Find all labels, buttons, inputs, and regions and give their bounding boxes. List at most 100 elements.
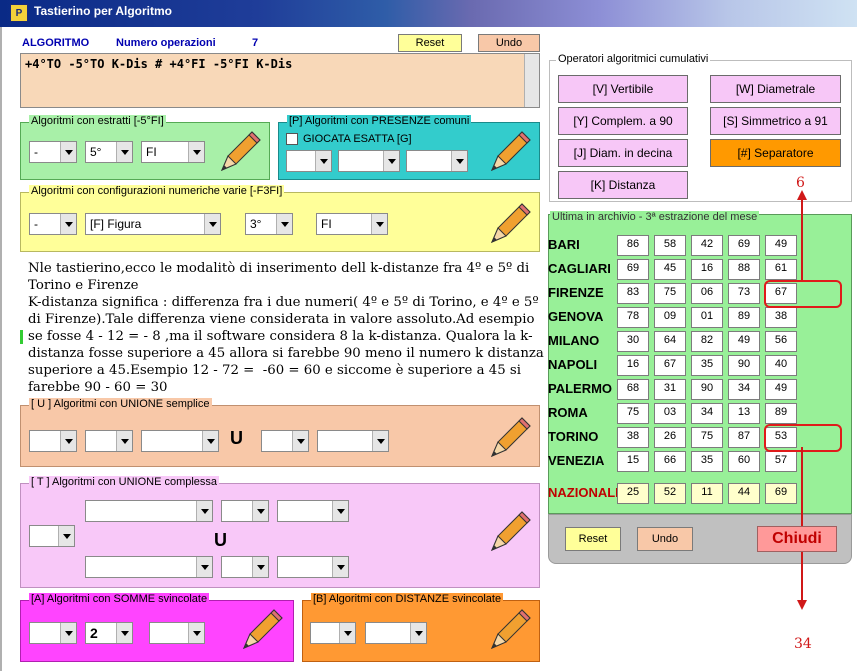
unione-select-5[interactable] bbox=[317, 430, 389, 452]
num-cell: 75 bbox=[691, 427, 723, 448]
unione-complessa-legend: [ T ] Algoritmi con UNIONE complessa bbox=[29, 476, 220, 488]
num-cell: 73 bbox=[728, 283, 760, 304]
num-cell: 16 bbox=[691, 259, 723, 280]
unione-complessa-select-left[interactable] bbox=[29, 525, 75, 547]
presenze-pencil-icon[interactable] bbox=[484, 128, 532, 176]
num-cell: 52 bbox=[654, 483, 686, 504]
separatore-button[interactable]: [#] Separatore bbox=[710, 139, 841, 167]
unione-complessa-pencil-icon[interactable] bbox=[484, 508, 532, 556]
distanze-select-1[interactable] bbox=[310, 622, 356, 644]
num-cell: 75 bbox=[654, 283, 686, 304]
city-milano: MILANO bbox=[548, 333, 600, 348]
presenze-select-1[interactable] bbox=[286, 150, 332, 172]
vertibile-button[interactable]: [V] Vertibile bbox=[558, 75, 688, 103]
city-venezia: VENEZIA bbox=[548, 453, 605, 468]
unione-complessa-select-3[interactable] bbox=[277, 500, 349, 522]
distanze-pencil-icon[interactable] bbox=[484, 606, 532, 654]
config-wheel-select[interactable]: FI bbox=[316, 213, 388, 235]
note-text: Nle tastierino,ecco le modalitò di inser… bbox=[28, 260, 548, 400]
unione-complessa-select-4[interactable] bbox=[85, 556, 213, 578]
estratti-pencil-icon[interactable] bbox=[214, 128, 262, 176]
num-cell: 67 bbox=[654, 355, 686, 376]
unione-symbol: U bbox=[230, 428, 243, 448]
presenze-select-3[interactable] bbox=[406, 150, 468, 172]
annotation-top-number: 6 bbox=[796, 175, 805, 191]
diametrale-button[interactable]: [W] Diametrale bbox=[710, 75, 841, 103]
estratti-sign-select[interactable]: - bbox=[29, 141, 77, 163]
num-cell: 25 bbox=[617, 483, 649, 504]
num-cell: 82 bbox=[691, 331, 723, 352]
annotation-bottom-number: 34 bbox=[794, 636, 812, 652]
giocata-esatta-checkbox[interactable] bbox=[286, 133, 298, 145]
num-cell: 69 bbox=[617, 259, 649, 280]
city-bari: BARI bbox=[548, 237, 580, 252]
num-cell: 88 bbox=[728, 259, 760, 280]
somme-select-1[interactable] bbox=[29, 622, 77, 644]
config-sign-select[interactable]: - bbox=[29, 213, 77, 235]
presenze-legend: [P] Algoritmi con PRESENZE comuni bbox=[287, 115, 472, 127]
unione-complessa-select-2[interactable] bbox=[221, 500, 269, 522]
num-cell: 35 bbox=[691, 451, 723, 472]
somme-select-2[interactable]: 2 bbox=[85, 622, 133, 644]
num-cell: 01 bbox=[691, 307, 723, 328]
estratti-legend: Algoritmi con estratti [-5°FI] bbox=[29, 115, 166, 127]
formula-text: +4°TO -5°TO K-Dis # +4°FI -5°FI K-Dis bbox=[25, 57, 293, 71]
presenze-select-2[interactable] bbox=[338, 150, 400, 172]
num-cell: 13 bbox=[728, 403, 760, 424]
city-torino: TORINO bbox=[548, 429, 599, 444]
num-cell: 03 bbox=[654, 403, 686, 424]
num-cell: 83 bbox=[617, 283, 649, 304]
distanze-legend: [B] Algoritmi con DISTANZE svincolate bbox=[311, 593, 504, 605]
num-cell: 34 bbox=[691, 403, 723, 424]
num-cell: 26 bbox=[654, 427, 686, 448]
reset-button-top[interactable]: Reset bbox=[398, 34, 462, 52]
num-cell: 45 bbox=[654, 259, 686, 280]
unione-complessa-select-1[interactable] bbox=[85, 500, 213, 522]
num-cell: 38 bbox=[617, 427, 649, 448]
distanza-button[interactable]: [K] Distanza bbox=[558, 171, 688, 199]
num-cell: 16 bbox=[617, 355, 649, 376]
num-cell: 90 bbox=[691, 379, 723, 400]
estratti-wheel-select[interactable]: FI bbox=[141, 141, 205, 163]
num-cell: 90 bbox=[728, 355, 760, 376]
estratti-position-select[interactable]: 5° bbox=[85, 141, 133, 163]
unione-select-3[interactable] bbox=[141, 430, 219, 452]
diam-decina-button[interactable]: [J] Diam. in decina bbox=[558, 139, 688, 167]
num-cell: 68 bbox=[617, 379, 649, 400]
city-nazionale: NAZIONALE bbox=[548, 485, 624, 500]
formula-scrollbar[interactable] bbox=[524, 54, 539, 107]
num-cell: 58 bbox=[654, 235, 686, 256]
unione-pencil-icon[interactable] bbox=[484, 414, 532, 462]
unione-complessa-symbol: U bbox=[214, 530, 227, 550]
config-pencil-icon[interactable] bbox=[484, 200, 532, 248]
unione-complessa-select-5[interactable] bbox=[221, 556, 269, 578]
numero-operazioni-label: Numero operazioni bbox=[116, 37, 216, 49]
undo-button-top[interactable]: Undo bbox=[478, 34, 540, 52]
num-cell: 89 bbox=[728, 307, 760, 328]
num-cell: 09 bbox=[654, 307, 686, 328]
cumulative-title: Operatori algoritmici cumulativi bbox=[556, 53, 711, 65]
simmetrico-button[interactable]: [S] Simmetrico a 91 bbox=[710, 107, 841, 135]
formula-field[interactable]: +4°TO -5°TO K-Dis # +4°FI -5°FI K-Dis bbox=[20, 53, 540, 108]
chiudi-button[interactable]: Chiudi bbox=[757, 526, 837, 552]
city-napoli: NAPOLI bbox=[548, 357, 598, 372]
reset-button-bottom[interactable]: Reset bbox=[565, 527, 621, 551]
undo-button-bottom[interactable]: Undo bbox=[637, 527, 693, 551]
complemento-button[interactable]: [Y] Complem. a 90 bbox=[558, 107, 688, 135]
annotation-arrows bbox=[797, 190, 807, 610]
algoritmo-label: ALGORITMO bbox=[22, 37, 90, 49]
num-cell: 35 bbox=[691, 355, 723, 376]
config-type-select[interactable]: [F] Figura bbox=[85, 213, 221, 235]
somme-select-3[interactable] bbox=[149, 622, 205, 644]
num-cell: 06 bbox=[691, 283, 723, 304]
city-firenze: FIRENZE bbox=[548, 285, 604, 300]
unione-select-4[interactable] bbox=[261, 430, 309, 452]
distanze-select-2[interactable] bbox=[365, 622, 427, 644]
giocata-esatta-label: GIOCATA ESATTA [G] bbox=[303, 133, 412, 145]
city-roma: ROMA bbox=[548, 405, 588, 420]
unione-select-2[interactable] bbox=[85, 430, 133, 452]
config-position-select[interactable]: 3° bbox=[245, 213, 293, 235]
unione-select-1[interactable] bbox=[29, 430, 77, 452]
somme-pencil-icon[interactable] bbox=[236, 606, 284, 654]
unione-complessa-select-6[interactable] bbox=[277, 556, 349, 578]
